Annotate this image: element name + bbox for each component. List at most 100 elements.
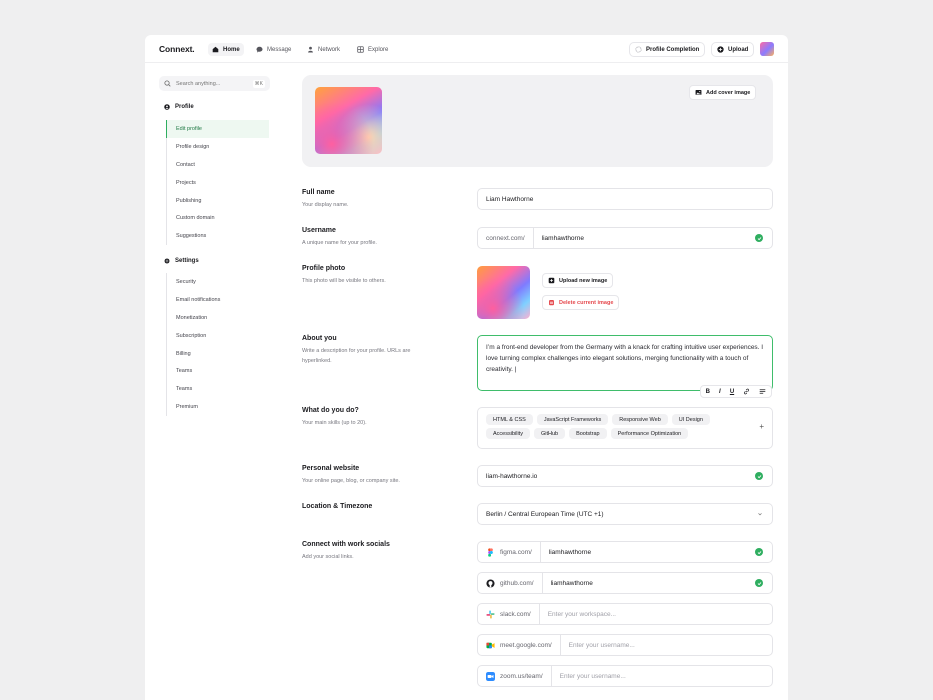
skill-chip[interactable]: GitHub (533, 428, 566, 439)
nav-home[interactable]: Home (208, 43, 244, 56)
location-select[interactable]: Berlin / Central European Time (UTC +1) (477, 503, 773, 525)
search-box[interactable]: ⌘K (159, 76, 270, 91)
sidebar-item-profile-design[interactable]: Profile design (167, 138, 270, 156)
google-meet-field[interactable]: meet.google.com/ Enter your username... (477, 634, 773, 656)
check-icon (755, 234, 763, 242)
search-input[interactable] (176, 80, 246, 87)
google-meet-placeholder: Enter your username... (568, 641, 635, 649)
add-skill-button[interactable]: + (759, 422, 764, 431)
skill-chip[interactable]: Responsive Web (612, 414, 668, 425)
add-cover-label: Add cover image (706, 89, 751, 96)
location-label-group: Location & Timezone (302, 503, 372, 510)
bold-button[interactable]: B (706, 389, 710, 395)
full-name-title: Full name (302, 189, 335, 196)
avatar[interactable] (760, 42, 774, 56)
slack-field[interactable]: slack.com/ Enter your workspace... (477, 603, 773, 625)
upload-button[interactable]: Upload (711, 42, 755, 57)
about-label-group: About you Write a description for your p… (302, 335, 417, 366)
skill-chip[interactable]: Accessibility (486, 428, 530, 439)
username-title: Username (302, 227, 336, 234)
github-field[interactable]: github.com/ liamhawthorne (477, 572, 773, 594)
sidebar-item-teams[interactable]: Teams (167, 362, 270, 380)
check-icon (755, 472, 763, 480)
sidebar-item-security[interactable]: Security (167, 273, 270, 291)
full-name-field[interactable]: Liam Hawthorne (477, 188, 773, 210)
location-value: Berlin / Central European Time (UTC +1) (486, 510, 604, 518)
chevron-down-icon (758, 513, 762, 516)
image-icon (695, 90, 702, 95)
skill-chip[interactable]: HTML & CSS (486, 414, 533, 425)
socials-title: Connect with work socials (302, 541, 390, 548)
sidebar-item-billing[interactable]: Billing (167, 345, 270, 363)
sidebar-item-teams-2[interactable]: Teams (167, 380, 270, 398)
plus-square-icon (548, 277, 555, 284)
add-cover-button[interactable]: Add cover image (689, 85, 757, 100)
nav-message-label: Message (267, 46, 292, 53)
sidebar-item-subscription[interactable]: Subscription (167, 327, 270, 345)
logo[interactable]: Connext. (159, 44, 195, 54)
username-field[interactable]: connext.com/ liamhawthorne (477, 227, 773, 249)
user-icon (164, 104, 170, 110)
figma-prefix: figma.com/ (478, 542, 541, 562)
sidebar-item-email-notifications[interactable]: Email notifications (167, 291, 270, 309)
figma-field[interactable]: figma.com/ liamhawthorne (477, 541, 773, 563)
nav-explore[interactable]: Explore (353, 43, 392, 56)
google-meet-icon (486, 642, 495, 648)
profile-photo[interactable] (477, 266, 530, 319)
username-value: liamhawthorne (541, 234, 584, 242)
sidebar-item-edit-profile[interactable]: Edit profile (166, 120, 269, 138)
check-icon (755, 548, 763, 556)
app-window: Connext. Home Message Network Explore Pr… (145, 35, 788, 700)
sidebar-item-contact[interactable]: Contact (167, 156, 270, 174)
figma-value: liamhawthorne (548, 548, 592, 556)
website-title: Personal website (302, 465, 360, 472)
network-icon (308, 46, 313, 53)
sidebar-item-publishing[interactable]: Publishing (167, 192, 270, 210)
zoom-field[interactable]: zoom.us/team/ Enter your username... (477, 665, 773, 687)
cover-image[interactable] (315, 87, 382, 154)
skills-field[interactable]: HTML & CSS JavaScript Frameworks Respons… (477, 407, 773, 449)
upload-image-button[interactable]: Upload new image (542, 273, 614, 288)
underline-button[interactable]: U (730, 389, 734, 395)
nav-home-label: Home (223, 46, 240, 53)
full-name-label-group: Full name Your display name. (302, 189, 417, 210)
delete-image-button[interactable]: Delete current image (542, 295, 620, 310)
github-prefix: github.com/ (478, 573, 543, 593)
website-field[interactable]: liam-hawthorne.io (477, 465, 773, 487)
profile-group-heading: Profile (164, 104, 194, 110)
delete-image-label: Delete current image (559, 299, 614, 306)
about-textarea[interactable]: I’m a front-end developer from the Germa… (477, 335, 773, 391)
skills-desc: Your main skills (up to 20). (302, 420, 367, 426)
about-title: About you (302, 335, 337, 342)
website-label-group: Personal website Your online page, blog,… (302, 465, 417, 486)
skill-chip[interactable]: JavaScript Frameworks (536, 414, 609, 425)
google-meet-prefix-label: meet.google.com/ (500, 641, 552, 649)
socials-desc: Add your social links. (302, 554, 354, 560)
socials-label-group: Connect with work socials Add your socia… (302, 541, 417, 562)
github-value: liamhawthorne (550, 579, 593, 587)
username-desc: A unique name for your profile. (302, 240, 377, 246)
trash-icon (549, 300, 554, 306)
italic-button[interactable]: I (719, 389, 721, 395)
list-button[interactable] (759, 388, 766, 395)
top-bar: Connext. Home Message Network Explore Pr… (145, 35, 788, 63)
sidebar-item-premium[interactable]: Premium (167, 398, 270, 416)
message-icon (256, 46, 263, 53)
slack-prefix-label: slack.com/ (500, 610, 531, 618)
nav-message[interactable]: Message (252, 43, 295, 56)
sidebar-item-suggestions[interactable]: Suggestions (167, 227, 270, 245)
sidebar-item-monetization[interactable]: Monetization (167, 309, 270, 327)
skill-chip[interactable]: UI Design (671, 414, 710, 425)
website-desc: Your online page, blog, or company site. (302, 478, 400, 484)
profile-completion-button[interactable]: Profile Completion (629, 42, 706, 57)
link-button[interactable] (743, 388, 750, 395)
skill-chip[interactable]: Bootstrap (569, 428, 607, 439)
nav-network[interactable]: Network (303, 43, 344, 56)
sidebar-item-projects[interactable]: Projects (167, 174, 270, 192)
settings-heading-label: Settings (175, 258, 199, 264)
explore-icon (357, 46, 364, 53)
check-icon (755, 579, 763, 587)
skill-chip[interactable]: Performance Optimization (610, 428, 689, 439)
profile-completion-label: Profile Completion (646, 46, 700, 53)
sidebar-item-custom-domain[interactable]: Custom domain (167, 209, 270, 227)
